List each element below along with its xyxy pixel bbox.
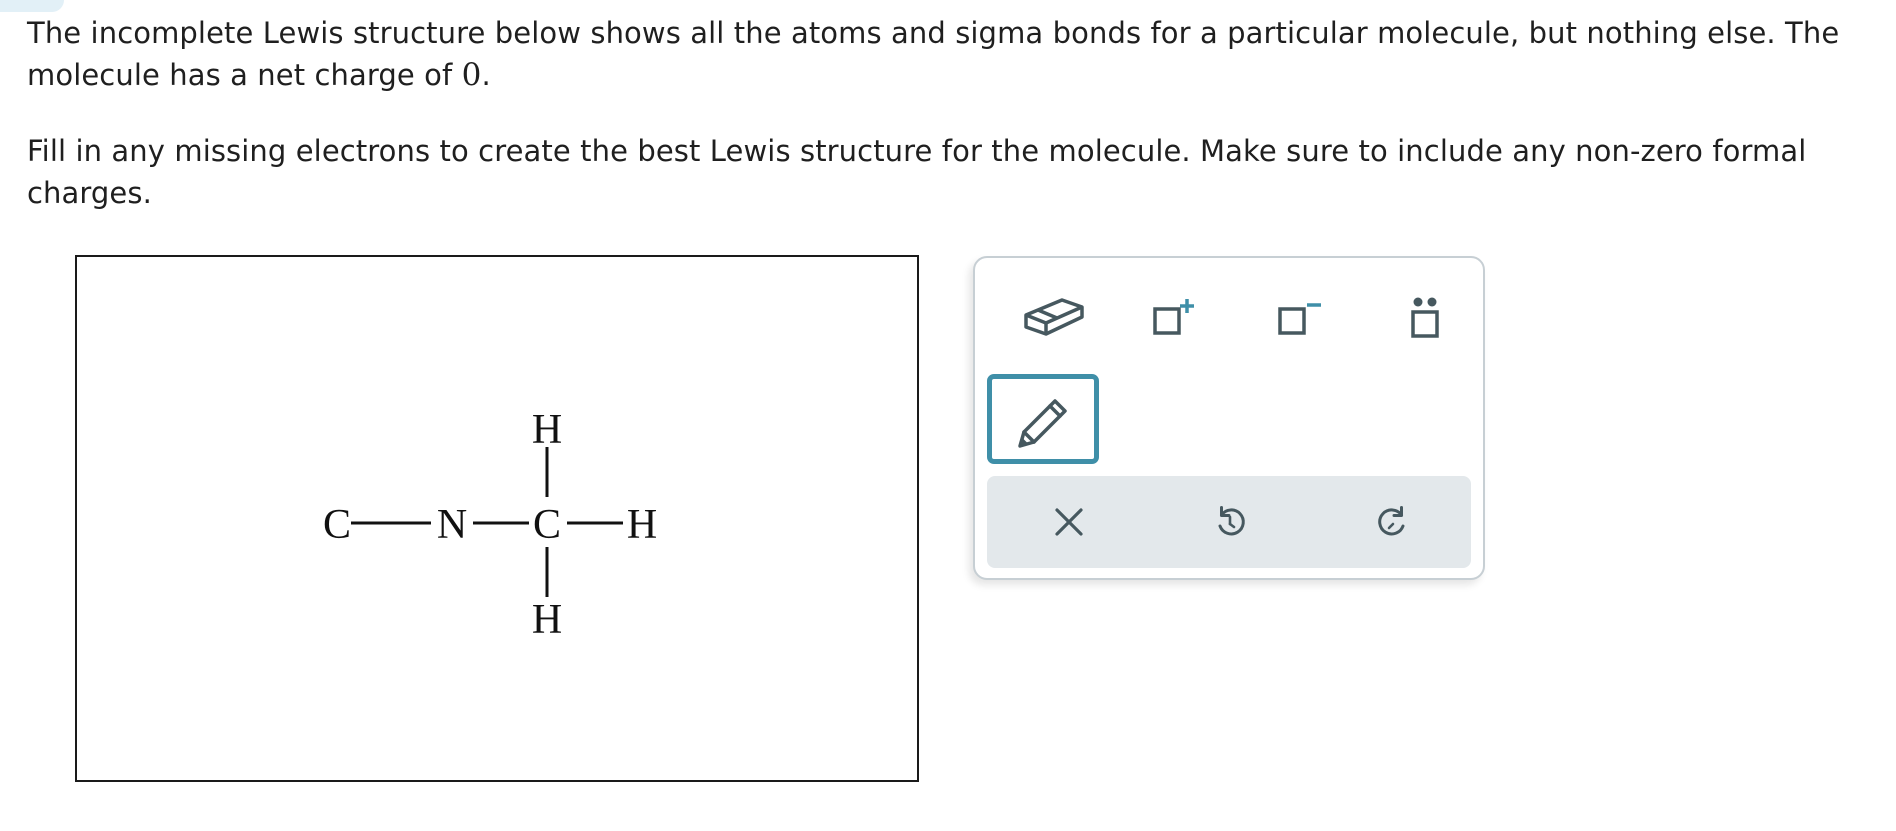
net-charge-value: 0 xyxy=(461,57,482,93)
drawing-canvas[interactable]: C N C H H H xyxy=(75,255,919,782)
undo-button[interactable] xyxy=(1180,476,1280,568)
positive-charge-icon xyxy=(1153,299,1194,335)
prompt-paragraph-1: The incomplete Lewis structure below sho… xyxy=(27,12,1877,96)
atom-h-right[interactable]: H xyxy=(627,502,657,548)
pencil-tool-button[interactable] xyxy=(987,374,1099,464)
negative-charge-tool-button[interactable] xyxy=(1265,288,1335,348)
action-bar xyxy=(987,476,1471,568)
eraser-tool-button[interactable] xyxy=(1013,288,1093,348)
redo-button[interactable] xyxy=(1343,476,1443,568)
redo-icon xyxy=(1378,506,1405,536)
prompt-period: . xyxy=(481,58,491,92)
atom-c-left[interactable]: C xyxy=(323,502,351,548)
close-icon xyxy=(1055,508,1083,536)
corner-tab xyxy=(0,0,64,12)
drawing-toolbox xyxy=(973,256,1485,580)
clear-button[interactable] xyxy=(1019,476,1119,568)
negative-charge-icon xyxy=(1278,303,1321,335)
pencil-icon xyxy=(1018,399,1067,448)
prompt-text: The incomplete Lewis structure below sho… xyxy=(27,16,1840,92)
undo-icon xyxy=(1218,506,1245,536)
molecule-drawing: C N C H H H xyxy=(323,407,657,643)
atom-h-bottom[interactable]: H xyxy=(532,597,562,643)
prompt-paragraph-2: Fill in any missing electrons to create … xyxy=(27,134,1807,210)
eraser-icon xyxy=(1024,298,1084,336)
lone-pair-icon xyxy=(1411,297,1439,338)
atom-h-top[interactable]: H xyxy=(532,407,562,453)
lone-pair-tool-button[interactable] xyxy=(1395,288,1455,348)
atom-c-center[interactable]: C xyxy=(533,502,561,548)
positive-charge-tool-button[interactable] xyxy=(1140,288,1210,348)
atom-n[interactable]: N xyxy=(437,502,467,548)
question-prompt: The incomplete Lewis structure below sho… xyxy=(27,12,1877,214)
